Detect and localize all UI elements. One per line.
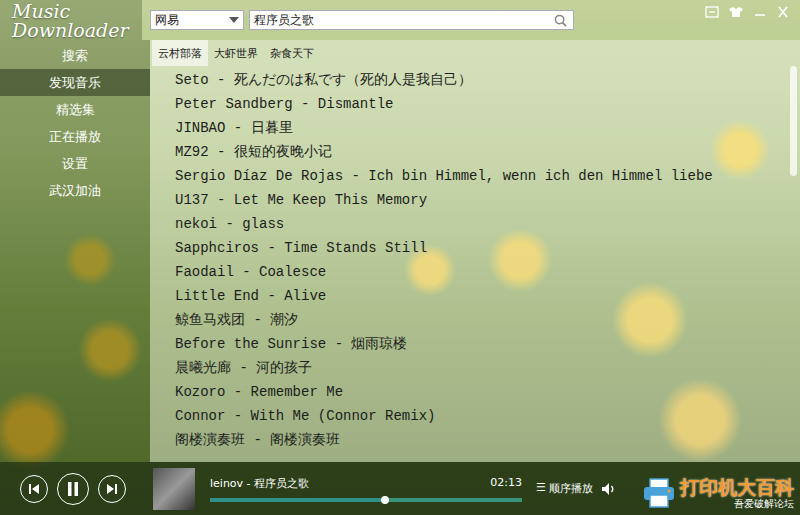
song-row[interactable]: 鲸鱼马戏团 - 潮汐 — [175, 308, 786, 332]
song-row[interactable]: Little End - Alive — [175, 284, 786, 308]
play-mode-button[interactable]: ☰顺序播放 — [536, 481, 593, 496]
song-row[interactable]: Kozoro - Remember Me — [175, 380, 786, 404]
song-list: Seto - 死んだのは私です（死的人是我自己）Peter Sandberg -… — [150, 66, 786, 462]
song-row[interactable]: Sergio Díaz De Rojas - Ich bin Himmel, w… — [175, 164, 786, 188]
player-bar: leinov - 程序员之歌 02:13 ☰顺序播放 打印机大百科吾爱破解论坛 — [0, 462, 800, 515]
album-cover — [153, 468, 195, 510]
previous-icon — [28, 483, 40, 495]
song-row[interactable]: Connor - With Me (Connor Remix) — [175, 404, 786, 428]
sidebar-item[interactable]: 武汉加油 — [0, 177, 150, 204]
tab[interactable]: 大虾世界 — [208, 40, 264, 66]
song-row[interactable]: MZ92 - 很短的夜晚小记 — [175, 140, 786, 164]
song-row[interactable]: nekoi - glass — [175, 212, 786, 236]
song-row[interactable]: Sapphciros - Time Stands Still — [175, 236, 786, 260]
scrollbar-thumb[interactable] — [790, 66, 797, 176]
song-row[interactable]: 阁楼演奏班 - 阁楼演奏班 — [175, 428, 786, 452]
song-row[interactable]: Peter Sandberg - Dismantle — [175, 92, 786, 116]
sidebar-item[interactable]: 设置 — [0, 150, 150, 177]
next-button[interactable] — [98, 475, 126, 503]
volume-icon[interactable] — [601, 482, 617, 496]
tab-bar: 云村部落大虾世界杂食天下 — [150, 40, 800, 66]
song-row[interactable]: JINBAO - 日暮里 — [175, 116, 786, 140]
previous-button[interactable] — [20, 475, 48, 503]
music-downloader-window: Music Downloader网易程序员之歌搜索发现音乐精选集正在播放设置武汉… — [0, 0, 800, 515]
menu-icon[interactable] — [705, 6, 719, 18]
song-row[interactable]: Seto - 死んだのは私です（死的人是我自己） — [175, 68, 786, 92]
watermark: 打印机大百科吾爱破解论坛 — [642, 477, 794, 509]
scrollbar[interactable] — [786, 66, 800, 462]
song-row[interactable]: Before the Sunrise - 烟雨琼楼 — [175, 332, 786, 356]
minimize-icon[interactable] — [753, 6, 767, 18]
progress-bar[interactable] — [210, 498, 522, 502]
sidebar-item[interactable]: 搜索 — [0, 42, 150, 69]
tab[interactable]: 云村部落 — [152, 40, 208, 66]
sidebar-item[interactable]: 正在播放 — [0, 123, 150, 150]
song-row[interactable]: U137 - Let Me Keep This Memory — [175, 188, 786, 212]
song-row[interactable]: Faodail - Coalesce — [175, 260, 786, 284]
source-dropdown[interactable]: 网易 — [150, 10, 244, 30]
close-icon[interactable] — [776, 6, 790, 18]
track-title: leinov - 程序员之歌 — [210, 476, 309, 491]
progress-handle[interactable] — [381, 496, 389, 504]
sidebar-item[interactable]: 发现音乐 — [0, 69, 150, 96]
next-icon — [106, 483, 118, 495]
skin-shirt-icon[interactable] — [728, 6, 744, 18]
sidebar: 搜索发现音乐精选集正在播放设置武汉加油 — [0, 40, 150, 462]
sidebar-item[interactable]: 精选集 — [0, 96, 150, 123]
app-logo: Music Downloader — [0, 0, 142, 40]
search-field[interactable]: 程序员之歌 — [249, 10, 574, 30]
play-pause-button[interactable] — [57, 473, 89, 505]
content-panel: 云村部落大虾世界杂食天下Seto - 死んだのは私です（死的人是我自己）Pete… — [150, 40, 800, 462]
song-row[interactable]: 晨曦光廊 - 河的孩子 — [175, 356, 786, 380]
play-time: 02:13 — [490, 476, 522, 491]
caret-down-icon — [229, 17, 239, 23]
pause-icon — [66, 481, 80, 497]
tab[interactable]: 杂食天下 — [264, 40, 320, 66]
printer-icon — [642, 478, 676, 508]
top-bar: 网易程序员之歌 — [150, 0, 800, 40]
magnifier-icon[interactable] — [554, 14, 567, 27]
